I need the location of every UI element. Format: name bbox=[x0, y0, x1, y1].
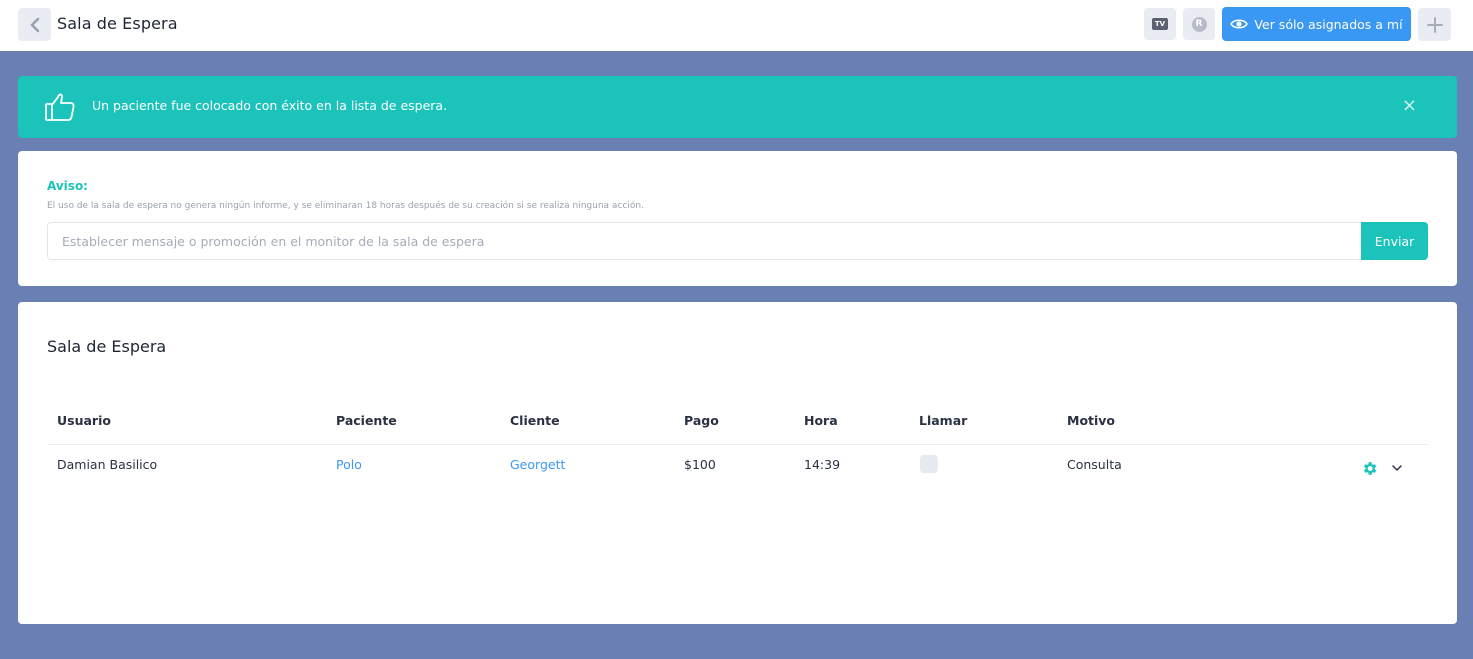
header-divider bbox=[47, 444, 1428, 445]
chevron-down-icon[interactable] bbox=[1391, 462, 1403, 474]
column-header-usuario: Usuario bbox=[57, 413, 111, 428]
add-button[interactable] bbox=[1418, 8, 1451, 41]
cell-cliente-link[interactable]: Georgett bbox=[510, 457, 565, 472]
column-header-paciente: Paciente bbox=[336, 413, 397, 428]
alert-message: Un paciente fue colocado con éxito en la… bbox=[92, 98, 448, 113]
notice-title: Aviso: bbox=[47, 179, 88, 193]
call-checkbox[interactable] bbox=[920, 455, 938, 473]
column-header-llamar: Llamar bbox=[919, 413, 968, 428]
waiting-room-card: Sala de Espera Usuario Paciente Cliente … bbox=[18, 302, 1457, 624]
send-button[interactable]: Enviar bbox=[1361, 222, 1428, 260]
success-alert: Un paciente fue colocado con éxito en la… bbox=[18, 76, 1457, 138]
close-icon[interactable]: × bbox=[1402, 96, 1417, 116]
tv-icon: TV bbox=[1151, 18, 1169, 30]
notice-description: El uso de la sala de espera no genera ni… bbox=[47, 201, 644, 211]
section-title: Sala de Espera bbox=[47, 337, 167, 356]
r-icon: R bbox=[1191, 16, 1207, 32]
thumbs-up-icon bbox=[45, 93, 75, 121]
page-title: Sala de Espera bbox=[57, 14, 178, 33]
r-button[interactable]: R bbox=[1183, 8, 1215, 40]
cell-hora: 14:39 bbox=[804, 457, 841, 472]
view-assigned-label: Ver sólo asignados a mí bbox=[1254, 16, 1403, 32]
monitor-message-input[interactable] bbox=[47, 222, 1362, 260]
column-header-pago: Pago bbox=[684, 413, 719, 428]
notice-card: Aviso: El uso de la sala de espera no ge… bbox=[18, 151, 1457, 286]
column-header-cliente: Cliente bbox=[510, 413, 560, 428]
tv-button[interactable]: TV bbox=[1144, 8, 1176, 40]
cell-motivo: Consulta bbox=[1067, 457, 1122, 472]
top-bar: Sala de Espera TV R Ver sólo asignados a… bbox=[0, 0, 1473, 51]
column-header-hora: Hora bbox=[804, 413, 838, 428]
plus-icon bbox=[1426, 16, 1443, 33]
gear-icon[interactable] bbox=[1361, 460, 1378, 477]
back-button[interactable] bbox=[18, 8, 51, 41]
eye-icon bbox=[1230, 19, 1249, 29]
cell-paciente-link[interactable]: Polo bbox=[336, 457, 362, 472]
chevron-left-icon bbox=[30, 17, 39, 32]
cell-pago: $100 bbox=[684, 457, 716, 472]
cell-usuario: Damian Basilico bbox=[57, 457, 158, 472]
view-assigned-button[interactable]: Ver sólo asignados a mí bbox=[1222, 7, 1411, 41]
column-header-motivo: Motivo bbox=[1067, 413, 1116, 428]
